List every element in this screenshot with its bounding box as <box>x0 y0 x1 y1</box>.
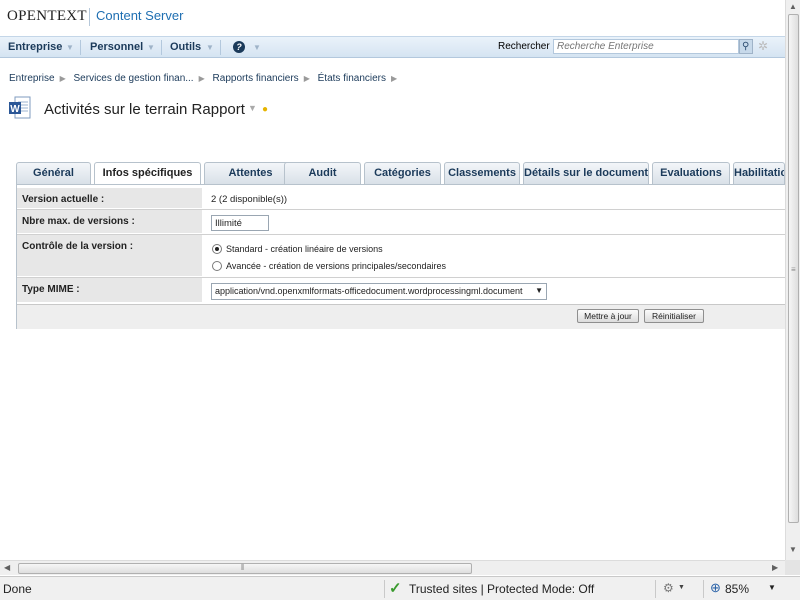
tab-classements[interactable]: Classements <box>444 162 520 184</box>
row-version-control: Contrôle de la version : Standard - créa… <box>17 235 786 277</box>
field-value: Standard - création linéaire de versions… <box>204 235 786 276</box>
breadcrumb-item[interactable]: Rapports financiers <box>213 73 299 84</box>
tab-details-document[interactable]: Détails sur le document <box>523 162 649 184</box>
menu-divider <box>220 40 221 55</box>
menu-entreprise[interactable]: Entreprise <box>8 41 62 53</box>
tab-evaluations[interactable]: Evaluations <box>652 162 730 184</box>
update-button[interactable]: Mettre à jour <box>577 309 639 323</box>
lightbulb-icon[interactable]: ● <box>262 104 268 115</box>
chevron-right-icon: ▶ <box>391 74 398 83</box>
chevron-down-icon[interactable]: ▼ <box>768 583 776 592</box>
search-options-icon[interactable]: ✲ <box>758 39 768 53</box>
chevron-down-icon[interactable]: ▼ <box>535 286 543 295</box>
grip-icon: ≡ <box>791 265 796 274</box>
field-label: Version actuelle : <box>17 188 203 208</box>
scroll-right-icon[interactable]: ▶ <box>772 563 778 572</box>
radio-standard[interactable] <box>212 244 222 254</box>
field-label: Nbre max. de versions : <box>17 210 203 233</box>
search-input[interactable] <box>553 39 739 54</box>
breadcrumb-item[interactable]: États financiers <box>318 73 386 84</box>
check-icon: ✓ <box>389 580 402 597</box>
chevron-right-icon: ▶ <box>198 74 205 83</box>
horizontal-scroll-thumb[interactable]: ⦀ <box>18 563 472 574</box>
menu-divider <box>80 40 81 55</box>
radio-standard-label[interactable]: Standard - création linéaire de versions <box>226 244 383 254</box>
chevron-down-icon[interactable]: ▼ <box>678 584 685 591</box>
vertical-scrollbar[interactable]: ▲ ≡ ▼ <box>785 0 800 560</box>
max-versions-input[interactable] <box>211 215 269 231</box>
horizontal-scrollbar[interactable]: ◀ ⦀ ▶ <box>0 560 785 575</box>
chevron-down-icon[interactable]: ▼ <box>66 43 74 52</box>
chevron-down-icon[interactable]: ▼ <box>253 43 261 52</box>
search-label: Rechercher <box>498 41 550 52</box>
tab-habilitations[interactable]: Habilitations <box>733 162 785 184</box>
security-icon[interactable]: ⚙ <box>663 581 674 595</box>
logo-divider <box>89 8 90 26</box>
chevron-down-icon[interactable]: ▼ <box>206 43 214 52</box>
grip-icon: ⦀ <box>241 563 245 572</box>
panel-footer: Mettre à jour Réinitialiser <box>17 304 786 329</box>
menu-divider <box>161 40 162 55</box>
scroll-down-icon[interactable]: ▼ <box>789 545 797 554</box>
chevron-down-icon[interactable]: ▼ <box>147 43 155 52</box>
menu-personnel[interactable]: Personnel <box>90 41 143 53</box>
product-name[interactable]: Content Server <box>96 8 183 23</box>
header: OPENTEXT Content Server <box>0 0 785 36</box>
global-menu-bar: Entreprise ▼ Personnel ▼ Outils ▼ ? ▼ Re… <box>0 36 785 58</box>
scrollbar-corner <box>785 560 800 575</box>
field-value: application/vnd.openxmlformats-officedoc… <box>204 278 786 302</box>
breadcrumb-item[interactable]: Services de gestion finan... <box>74 73 194 84</box>
vertical-scroll-thumb[interactable]: ≡ <box>788 14 799 523</box>
status-bar: Done ✓ Trusted sites | Protected Mode: O… <box>0 576 800 600</box>
help-icon[interactable]: ? <box>233 41 245 53</box>
brand-logo[interactable]: OPENTEXT <box>7 8 87 25</box>
tab-audit[interactable]: Audit <box>284 162 361 184</box>
row-current-version: Version actuelle : 2 (2 disponible(s)) <box>17 188 786 209</box>
mime-type-value: application/vnd.openxmlformats-officedoc… <box>215 286 523 296</box>
scroll-up-icon[interactable]: ▲ <box>789 2 797 11</box>
zoom-level[interactable]: 85% <box>725 582 749 596</box>
specific-info-panel: Version actuelle : 2 (2 disponible(s)) N… <box>16 184 786 329</box>
breadcrumb: Entreprise ▶ Services de gestion finan...… <box>9 73 402 84</box>
reset-button[interactable]: Réinitialiser <box>644 309 704 323</box>
word-document-icon: W <box>9 96 31 120</box>
status-divider <box>703 580 704 598</box>
tab-infos-specifiques[interactable]: Infos spécifiques <box>94 162 201 185</box>
field-value <box>204 210 786 233</box>
tab-strip: Général Infos spécifiques Attentes Audit… <box>16 162 785 185</box>
svg-text:W: W <box>10 104 20 115</box>
chevron-right-icon: ▶ <box>59 74 66 83</box>
status-text: Done <box>3 582 32 596</box>
chevron-down-icon[interactable]: ▼ <box>248 103 257 113</box>
tab-categories[interactable]: Catégories <box>364 162 441 184</box>
scroll-left-icon[interactable]: ◀ <box>4 563 10 572</box>
page-title: Activités sur le terrain Rapport <box>44 101 245 118</box>
row-max-versions: Nbre max. de versions : <box>17 210 786 234</box>
field-label: Contrôle de la version : <box>17 235 203 276</box>
mime-type-select[interactable]: application/vnd.openxmlformats-officedoc… <box>211 283 547 300</box>
chevron-right-icon: ▶ <box>303 74 310 83</box>
radio-advanced[interactable] <box>212 261 222 271</box>
status-divider <box>384 580 385 598</box>
field-label: Type MIME : <box>17 278 203 302</box>
breadcrumb-item[interactable]: Entreprise <box>9 73 55 84</box>
tab-general[interactable]: Général <box>16 162 91 184</box>
field-value: 2 (2 disponible(s)) <box>204 188 786 208</box>
status-divider <box>655 580 656 598</box>
menu-outils[interactable]: Outils <box>170 41 201 53</box>
radio-advanced-label[interactable]: Avancée - création de versions principal… <box>226 261 446 271</box>
row-mime-type: Type MIME : application/vnd.openxmlforma… <box>17 278 786 303</box>
search-icon: ⚲ <box>742 41 750 52</box>
search-button[interactable]: ⚲ <box>739 39 753 54</box>
zoom-icon[interactable]: ⊕ <box>710 580 721 596</box>
security-zone[interactable]: Trusted sites | Protected Mode: Off <box>409 582 594 596</box>
current-version-value: 2 (2 disponible(s)) <box>211 194 288 205</box>
